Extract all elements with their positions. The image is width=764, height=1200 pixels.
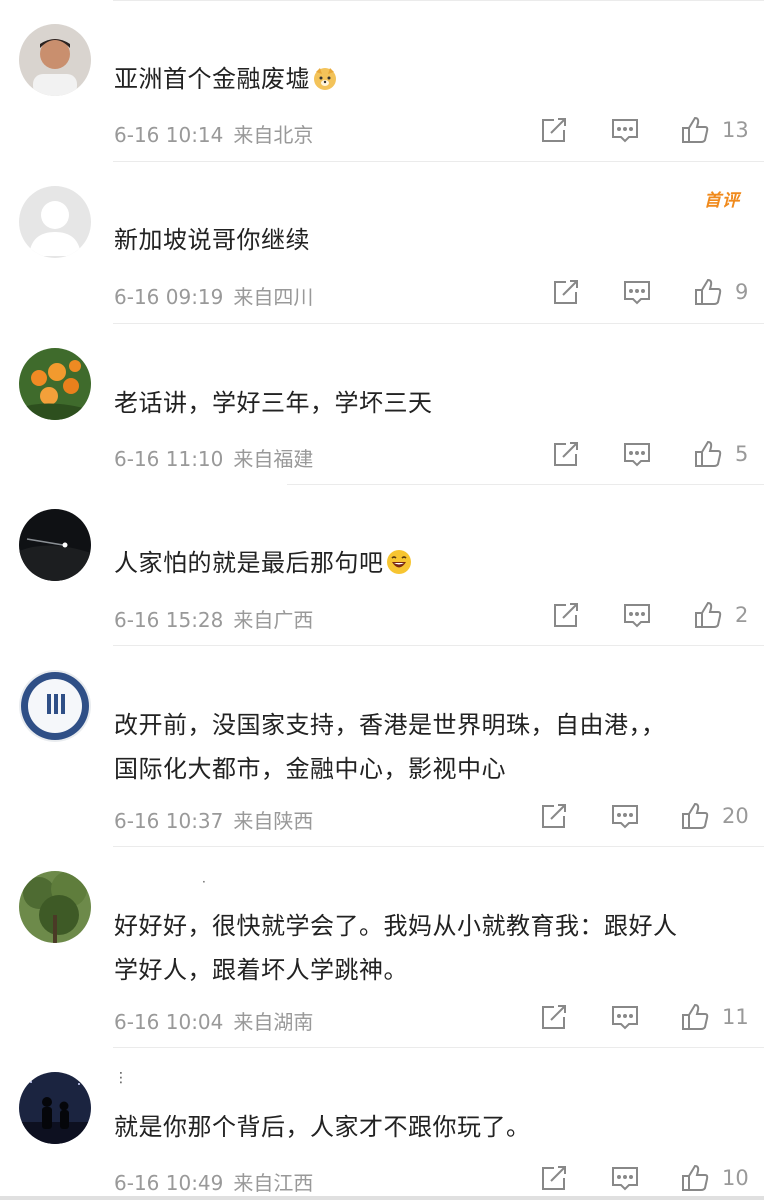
share-icon[interactable] — [551, 439, 581, 469]
comment-text-line: 改开前，没国家支持，香港是世界明珠，自由港，， — [114, 711, 666, 739]
comment-location: 来自广西 — [233, 608, 314, 632]
share-icon[interactable] — [539, 1163, 569, 1193]
comment-icon[interactable] — [622, 600, 652, 630]
thumbs-up-icon[interactable] — [680, 1002, 710, 1032]
comment-item: 老话讲，学好三年，学坏三天 6-16 11:10 来自福建 5 — [0, 324, 764, 485]
comment-item: 人家怕的就是最后那句吧 6-16 15:28 来自广西 2 — [0, 485, 764, 646]
comment-location: 来自陕西 — [233, 809, 314, 833]
thumbs-up-icon[interactable] — [693, 277, 723, 307]
comment-meta: 6-16 09:19 来自四川 — [114, 281, 313, 310]
comment-icon[interactable] — [610, 1163, 640, 1193]
comment-icon[interactable] — [610, 801, 640, 831]
like-count: 10 — [722, 1166, 749, 1190]
comment-text: 改开前，没国家支持，香港是世界明珠，自由港，， 国际化大都市，金融中心，影视中心 — [114, 703, 744, 791]
laughing-emoji — [386, 545, 412, 574]
comment-item: 改开前，没国家支持，香港是世界明珠，自由港，， 国际化大都市，金融中心，影视中心 … — [0, 646, 764, 847]
comment-text: 新加坡说哥你继续 — [114, 226, 310, 254]
comment-time: 6-16 09:19 — [114, 285, 224, 309]
comment-meta: 6-16 15:28 来自广西 — [114, 604, 313, 633]
avatar[interactable] — [19, 348, 91, 420]
share-icon[interactable] — [539, 1002, 569, 1032]
dot-mark: ⋮ — [114, 1070, 128, 1086]
like-count: 2 — [735, 603, 749, 627]
comment-icon[interactable] — [622, 277, 652, 307]
comment-text-line: 学好人，跟着坏人学跳神。 — [114, 956, 408, 984]
avatar[interactable] — [19, 1072, 91, 1144]
share-icon[interactable] — [551, 600, 581, 630]
comment-time: 6-16 10:14 — [114, 123, 224, 147]
comment-icon[interactable] — [622, 439, 652, 469]
like-count: 13 — [722, 118, 749, 142]
comment-location: 来自江西 — [233, 1171, 314, 1195]
thumbs-up-icon[interactable] — [680, 115, 710, 145]
thumbs-up-icon[interactable] — [693, 600, 723, 630]
comment-meta: 6-16 10:14 来自北京 — [114, 119, 313, 148]
comment-meta: 6-16 10:04 来自湖南 — [114, 1006, 313, 1035]
avatar[interactable] — [19, 871, 91, 943]
comment-time: 6-16 10:37 — [114, 809, 224, 833]
like-count: 5 — [735, 442, 749, 466]
comment-item: ⋮ 就是你那个背后，人家才不跟你玩了。 6-16 10:49 来自江西 10 — [0, 1048, 764, 1200]
doge-emoji — [312, 61, 338, 90]
comment-text: 亚洲首个金融废墟 — [114, 57, 744, 101]
comment-meta: 6-16 10:49 来自江西 — [114, 1167, 313, 1196]
like-count: 9 — [735, 280, 749, 304]
comment-text: 就是你那个背后，人家才不跟你玩了。 — [114, 1113, 531, 1141]
comment-location: 来自四川 — [233, 285, 314, 309]
comment-meta: 6-16 10:37 来自陕西 — [114, 805, 313, 834]
comment-time: 6-16 15:28 — [114, 608, 224, 632]
avatar[interactable] — [19, 24, 91, 96]
comment-meta: 6-16 11:10 来自福建 — [114, 443, 313, 472]
comment-location: 来自北京 — [233, 123, 314, 147]
avatar[interactable] — [19, 509, 91, 581]
bottom-bar — [0, 1196, 764, 1200]
comment-text-line: 好好好，很快就学会了。我妈从小就教育我：跟好人 — [114, 912, 678, 940]
first-comment-badge: 首评 — [704, 191, 740, 211]
comment-item: 亚洲首个金融废墟 6-16 10:14 来自北京 13 — [0, 0, 764, 162]
avatar[interactable] — [19, 670, 91, 742]
share-icon[interactable] — [551, 277, 581, 307]
comment-location: 来自福建 — [233, 447, 314, 471]
comment-icon[interactable] — [610, 1002, 640, 1032]
thumbs-up-icon[interactable] — [680, 1163, 710, 1193]
comment-text-line: 国际化大都市，金融中心，影视中心 — [114, 755, 506, 783]
comment-item: 首评 新加坡说哥你继续 6-16 09:19 来自四川 9 — [0, 162, 764, 324]
comment-text: 老话讲，学好三年，学坏三天 — [114, 389, 433, 417]
thumbs-up-icon[interactable] — [693, 439, 723, 469]
comment-icon[interactable] — [610, 115, 640, 145]
comment-text: 好好好，很快就学会了。我妈从小就教育我：跟好人 学好人，跟着坏人学跳神。 — [114, 904, 744, 992]
share-icon[interactable] — [539, 115, 569, 145]
comment-item: · 好好好，很快就学会了。我妈从小就教育我：跟好人 学好人，跟着坏人学跳神。 6-… — [0, 847, 764, 1048]
comment-location: 来自湖南 — [233, 1010, 314, 1034]
like-count: 20 — [722, 804, 749, 828]
dot-mark: · — [202, 875, 206, 889]
avatar[interactable] — [19, 186, 91, 258]
comment-time: 6-16 10:49 — [114, 1171, 224, 1195]
comment-text: 人家怕的就是最后那句吧 — [114, 541, 744, 585]
comment-time: 6-16 10:04 — [114, 1010, 224, 1034]
thumbs-up-icon[interactable] — [680, 801, 710, 831]
like-count: 11 — [722, 1005, 749, 1029]
comment-time: 6-16 11:10 — [114, 447, 224, 471]
share-icon[interactable] — [539, 801, 569, 831]
